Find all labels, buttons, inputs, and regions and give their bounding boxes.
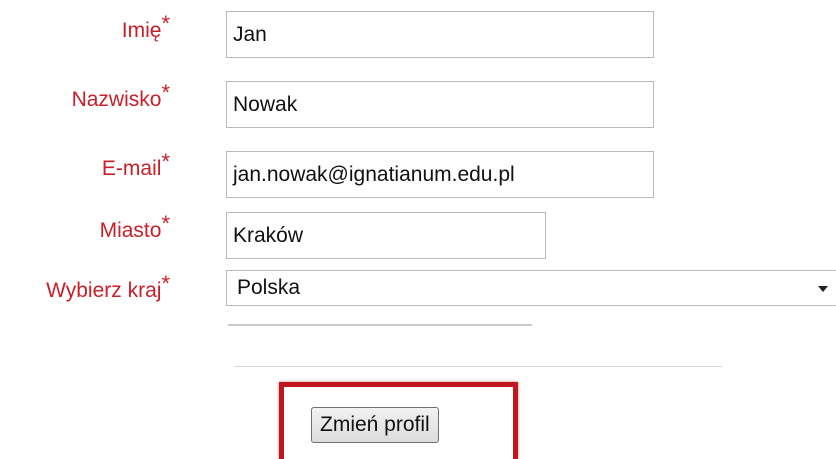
first-name-field[interactable]: Jan — [226, 11, 654, 58]
email-label: E-mail* — [101, 149, 170, 181]
country-label: Wybierz kraj* — [46, 271, 170, 303]
required-marker: * — [161, 80, 170, 105]
required-marker: * — [161, 11, 170, 36]
required-marker: * — [161, 271, 170, 296]
required-marker: * — [161, 211, 170, 236]
email-field[interactable]: jan.nowak@ignatianum.edu.pl — [226, 151, 654, 198]
profile-form: Imię* Jan Nazwisko* Nowak E-mail* jan.no… — [0, 0, 836, 459]
required-marker: * — [161, 149, 170, 174]
country-select-value: Polska — [237, 276, 301, 299]
last-name-label: Nazwisko* — [71, 80, 170, 112]
change-profile-button[interactable]: Zmień profil — [311, 407, 439, 443]
chevron-down-icon[interactable] — [818, 286, 828, 292]
first-name-label: Imię* — [121, 11, 170, 43]
form-divider — [234, 366, 722, 367]
last-name-field[interactable]: Nowak — [226, 81, 654, 128]
select-edge — [228, 324, 532, 326]
city-field[interactable]: Kraków — [226, 212, 546, 259]
city-label: Miasto* — [99, 211, 170, 243]
country-select[interactable]: Polska — [226, 270, 836, 306]
